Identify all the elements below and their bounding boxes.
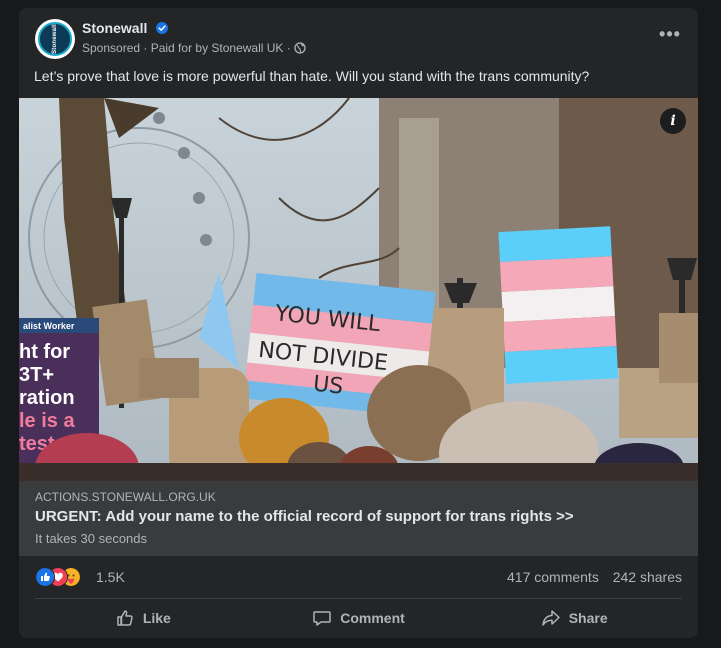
share-label: Share	[568, 610, 608, 626]
avatar-logo-text: Stonewall	[38, 22, 72, 56]
left-sign-line-3: ration	[19, 387, 75, 409]
comment-bubble-icon	[313, 611, 331, 626]
sign-line-3: US	[312, 372, 345, 400]
comments-count[interactable]: 417 comments	[507, 569, 599, 585]
comment-button[interactable]: Comment	[251, 600, 467, 636]
post-meta: Sponsored · Paid for by Stonewall UK ·	[82, 41, 306, 55]
post-message: Let’s prove that love is more powerful t…	[34, 68, 590, 84]
like-button[interactable]: Like	[35, 600, 251, 636]
page-name-label[interactable]: Stonewall	[82, 20, 147, 36]
sponsored-label: Sponsored · Paid for by Stonewall UK ·	[82, 41, 291, 55]
left-sign-line-4: le is a	[19, 410, 75, 432]
left-sign-line-2: 3T+	[19, 364, 54, 386]
info-icon[interactable]: i	[660, 108, 686, 134]
link-preview[interactable]: ACTIONS.STONEWALL.ORG.UK URGENT: Add you…	[19, 481, 698, 556]
shares-count[interactable]: 242 shares	[613, 569, 682, 585]
link-subtitle: It takes 30 seconds	[35, 531, 148, 546]
comment-label: Comment	[340, 610, 405, 626]
post-actions: Like Comment Share	[35, 600, 682, 636]
verified-badge-icon	[156, 22, 169, 34]
trans-flag	[498, 226, 619, 384]
protest-scene-image: alist Worker ht for 3T+ ration le is a t…	[19, 98, 698, 481]
more-options-icon[interactable]: •••	[656, 24, 684, 52]
like-label: Like	[142, 610, 171, 626]
sponsored-post-card: Stonewall Stonewall Sponsored · Paid for…	[19, 8, 698, 638]
share-arrow-icon	[541, 610, 560, 626]
post-photo[interactable]: alist Worker ht for 3T+ ration le is a t…	[19, 98, 698, 481]
page-name[interactable]: Stonewall	[82, 20, 169, 36]
engagement-stats: 417 comments 242 shares	[507, 569, 682, 585]
globe-icon[interactable]	[294, 42, 306, 54]
page-avatar[interactable]: Stonewall	[35, 19, 75, 59]
left-sign-line-1: ht for	[19, 341, 70, 363]
thumbs-up-icon	[117, 610, 133, 626]
like-reaction-icon	[35, 567, 55, 587]
actions-divider	[35, 598, 682, 599]
reaction-count[interactable]: 1.5K	[96, 569, 125, 585]
post-header: Stonewall Stonewall Sponsored · Paid for…	[19, 8, 698, 68]
link-domain: ACTIONS.STONEWALL.ORG.UK	[35, 490, 216, 504]
engagement-bar: 1.5K 417 comments 242 shares	[19, 556, 698, 598]
share-button[interactable]: Share	[466, 600, 682, 636]
reaction-icons[interactable]	[35, 567, 95, 587]
left-sign-header: alist Worker	[23, 321, 75, 331]
link-title[interactable]: URGENT: Add your name to the official re…	[35, 508, 574, 525]
